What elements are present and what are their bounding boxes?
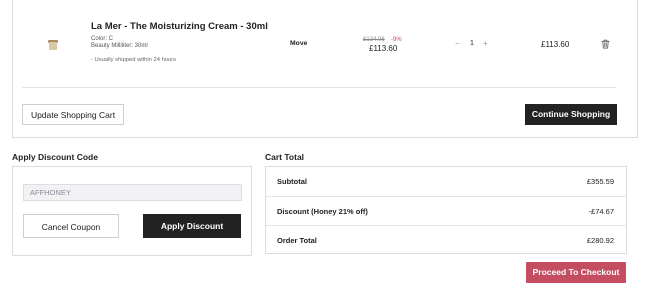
shipping-note: - Usually shipped within 24 hours (91, 57, 177, 63)
move-link[interactable]: Move (290, 40, 307, 47)
continue-shopping-button[interactable]: Continue Shopping (525, 104, 617, 125)
subtotal-value: £355.59 (586, 177, 614, 186)
apply-discount-button[interactable]: Apply Discount (143, 214, 241, 238)
quantity-increase-button[interactable]: + (483, 39, 488, 48)
discount-percent: -9% (391, 37, 402, 43)
cart-totals-panel: Subtotal £355.59 Discount (Honey 21% off… (265, 166, 627, 254)
original-price: £124.06 (363, 37, 385, 43)
coupon-code-input[interactable] (23, 184, 242, 201)
product-option-size: Beauty Milliliter: 30ml (91, 43, 148, 49)
subtotal-row: Subtotal £355.59 (266, 167, 626, 196)
product-option-color: Color: C (91, 36, 114, 42)
subtotal-label: Subtotal (277, 177, 307, 186)
row-total: £113.60 (541, 40, 570, 49)
quantity-decrease-button[interactable]: − (455, 39, 460, 48)
cancel-coupon-button[interactable]: Cancel Coupon (23, 214, 119, 238)
discount-row: Discount (Honey 21% off) -£74.67 (266, 196, 626, 226)
order-total-row: Order Total £280.92 (266, 225, 626, 255)
current-price: £113.60 (369, 44, 398, 53)
quantity-value[interactable]: 1 (468, 40, 476, 47)
discount-label: Discount (Honey 21% off) (277, 207, 368, 216)
product-name[interactable]: La Mer - The Moisturizing Cream - 30ml (91, 21, 268, 32)
cream-jar-icon[interactable] (48, 39, 58, 51)
order-total-label: Order Total (277, 236, 317, 245)
discount-panel (12, 166, 252, 256)
cart-total-title: Cart Total (265, 152, 305, 162)
update-cart-button[interactable]: Update Shopping Cart (22, 104, 124, 125)
cart-divider (22, 87, 616, 88)
proceed-to-checkout-button[interactable]: Proceed To Checkout (526, 262, 626, 283)
discount-section-title: Apply Discount Code (12, 152, 98, 162)
discount-value: -£74.67 (588, 207, 614, 216)
order-total-value: £280.92 (586, 236, 614, 245)
jar-body (49, 42, 57, 50)
trash-icon[interactable] (601, 39, 610, 49)
